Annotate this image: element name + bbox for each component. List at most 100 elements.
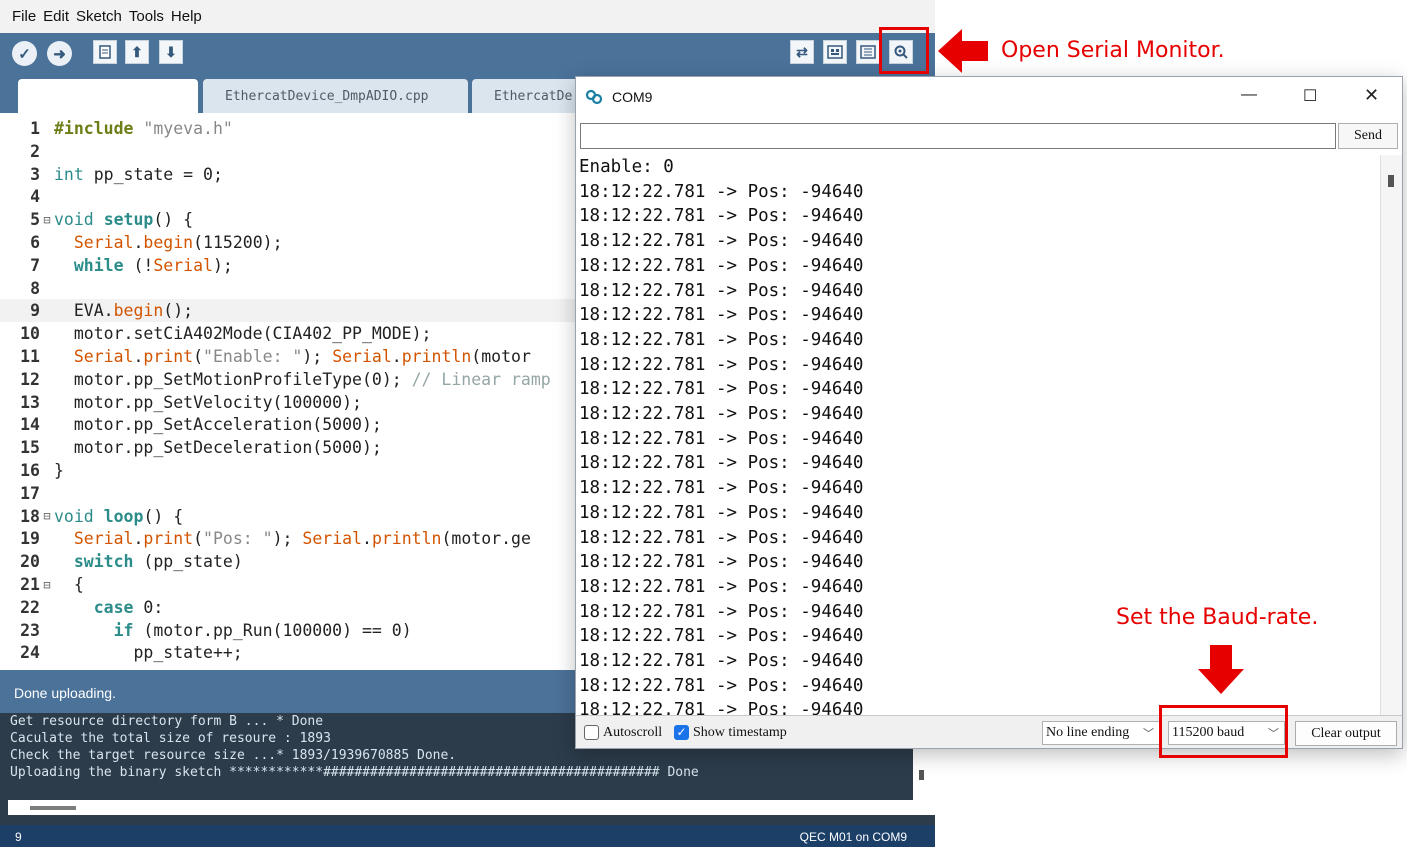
serial-monitor-titlebar[interactable]: COM9 — ☐ ✕: [576, 77, 1402, 117]
new-sketch-button[interactable]: [93, 40, 117, 64]
scroll-thumb[interactable]: [1388, 175, 1394, 187]
serial-output-line: Enable: 0: [579, 157, 674, 177]
code-token: print: [143, 529, 194, 549]
maximize-icon[interactable]: ☐: [1303, 86, 1317, 106]
code-token: motor.pp_SetDeceleration(5000);: [54, 438, 382, 458]
code-token: EVA.: [54, 301, 114, 321]
status-message: Done uploading.: [14, 685, 116, 701]
scroll-thumb[interactable]: [30, 806, 76, 810]
menu-edit[interactable]: Edit: [43, 8, 69, 25]
code-token: 0:: [133, 597, 164, 617]
line-number: 19: [20, 529, 40, 549]
upload-button[interactable]: ➜: [47, 41, 72, 66]
console-horizontal-scrollbar[interactable]: [8, 800, 913, 815]
serial-output-line: 18:12:22.781 -> Pos: -94640: [579, 651, 864, 671]
line-number-indicator: 9: [15, 830, 22, 844]
tab-ethercat-device-dmpadio[interactable]: EthercatDevice_DmpADIO.cpp: [203, 79, 468, 113]
tab-ethercat-de[interactable]: EthercatDe: [472, 79, 592, 113]
minimize-icon[interactable]: —: [1241, 86, 1257, 104]
code-token: switch: [73, 552, 134, 572]
code-token: "myeva.h": [143, 119, 233, 138]
save-sketch-button[interactable]: ⬇: [159, 40, 183, 64]
code-token: print: [143, 347, 194, 366]
serial-plotter-toggle-button[interactable]: ⇄: [790, 40, 814, 64]
line-number: 13: [20, 392, 40, 412]
fold-toggle-icon[interactable]: ⊟: [40, 578, 54, 592]
chevron-down-icon: ﹀: [1143, 727, 1154, 740]
serial-output-line: 18:12:22.781 -> Pos: -94640: [579, 626, 864, 647]
fold-toggle-icon[interactable]: ⊟: [40, 509, 54, 523]
code-token: .: [362, 529, 372, 549]
open-sketch-button[interactable]: ⬆: [125, 40, 149, 64]
annotation-set-baud: Set the Baud-rate.: [1116, 605, 1319, 630]
serial-output-line: 18:12:22.781 -> Pos: -94640: [579, 206, 864, 227]
serial-output-line: 18:12:22.781 -> Pos: -94640: [579, 601, 864, 622]
code-token: (motor.ge: [441, 529, 531, 549]
menu-file[interactable]: File: [12, 8, 36, 25]
show-timestamp-checkbox[interactable]: ✓: [674, 725, 689, 740]
code-token: while: [73, 255, 124, 275]
menu-tools[interactable]: Tools: [129, 8, 164, 25]
serial-output-line: 18:12:22.781 -> Pos: -94640: [579, 453, 864, 474]
code-token: println: [401, 347, 472, 366]
library-manager-button[interactable]: [856, 40, 880, 64]
line-number: 4: [30, 187, 40, 207]
scroll-thumb[interactable]: [919, 770, 924, 780]
code-token: pp_state++;: [54, 643, 243, 663]
check-icon: ✓: [18, 45, 31, 63]
window-title: COM9: [612, 89, 653, 105]
line-ending-select[interactable]: No line ending ﹀: [1042, 721, 1160, 745]
toolbar: ✓ ➜ ⬆ ⬇ ⇄: [0, 33, 935, 73]
serial-input-field[interactable]: [580, 123, 1336, 149]
code-token: pp_state = 0;: [83, 164, 223, 184]
close-icon[interactable]: ✕: [1364, 85, 1379, 106]
annotation-open-serial: Open Serial Monitor.: [1001, 38, 1225, 63]
code-token: case: [93, 597, 134, 617]
serial-output-scrollbar[interactable]: [1380, 155, 1402, 715]
console-line: Check the target resource size ...* 1893…: [10, 748, 457, 763]
line-number: 22: [20, 597, 40, 617]
code-token: int: [54, 164, 84, 184]
code-token: }: [54, 461, 64, 480]
send-button[interactable]: Send: [1338, 123, 1398, 149]
code-token: Serial: [73, 233, 134, 252]
autoscroll-label[interactable]: Autoscroll: [603, 725, 662, 741]
serial-output-line: 18:12:22.781 -> Pos: -94640: [579, 576, 864, 597]
code-token: );: [212, 255, 233, 275]
code-token: .: [133, 529, 144, 549]
board-manager-button[interactable]: [823, 40, 847, 64]
board-icon: [827, 45, 843, 59]
serial-output-line: 18:12:22.781 -> Pos: -94640: [579, 305, 864, 326]
tab-main-sketch[interactable]: [18, 79, 198, 113]
line-number: 9: [30, 301, 40, 321]
serial-output-area[interactable]: Enable: 0 18:12:22.781 -> Pos: -94640 18:1…: [576, 155, 1380, 715]
serial-output-line: 18:12:22.781 -> Pos: -94640: [579, 255, 864, 276]
arrow-down-icon: ⬇: [165, 43, 177, 60]
console-line: Caculate the total size of resoure : 189…: [10, 731, 331, 746]
code-token: motor.setCiA402Mode(CIA402_PP_MODE);: [54, 324, 432, 344]
line-number: 5: [30, 210, 40, 230]
serial-monitor-window: COM9 — ☐ ✕ Send Enable: 0 18:12:22.781 ->…: [575, 76, 1403, 749]
console-line: Uploading the binary sketch ************…: [10, 765, 699, 780]
line-number: 2: [30, 141, 40, 161]
show-timestamp-label[interactable]: Show timestamp: [693, 725, 787, 741]
menu-help[interactable]: Help: [171, 8, 202, 25]
line-number: 11: [20, 347, 40, 366]
verify-button[interactable]: ✓: [12, 41, 37, 66]
clear-output-button[interactable]: Clear output: [1295, 721, 1397, 746]
fold-toggle-icon[interactable]: ⊟: [40, 213, 54, 227]
code-token: #include: [54, 119, 134, 138]
arrow-up-icon: ⬆: [131, 43, 143, 60]
code-token: if: [113, 620, 134, 640]
autoscroll-checkbox[interactable]: [584, 725, 599, 740]
menu-sketch[interactable]: Sketch: [76, 8, 122, 25]
serial-output-line: 18:12:22.781 -> Pos: -94640: [579, 552, 864, 573]
